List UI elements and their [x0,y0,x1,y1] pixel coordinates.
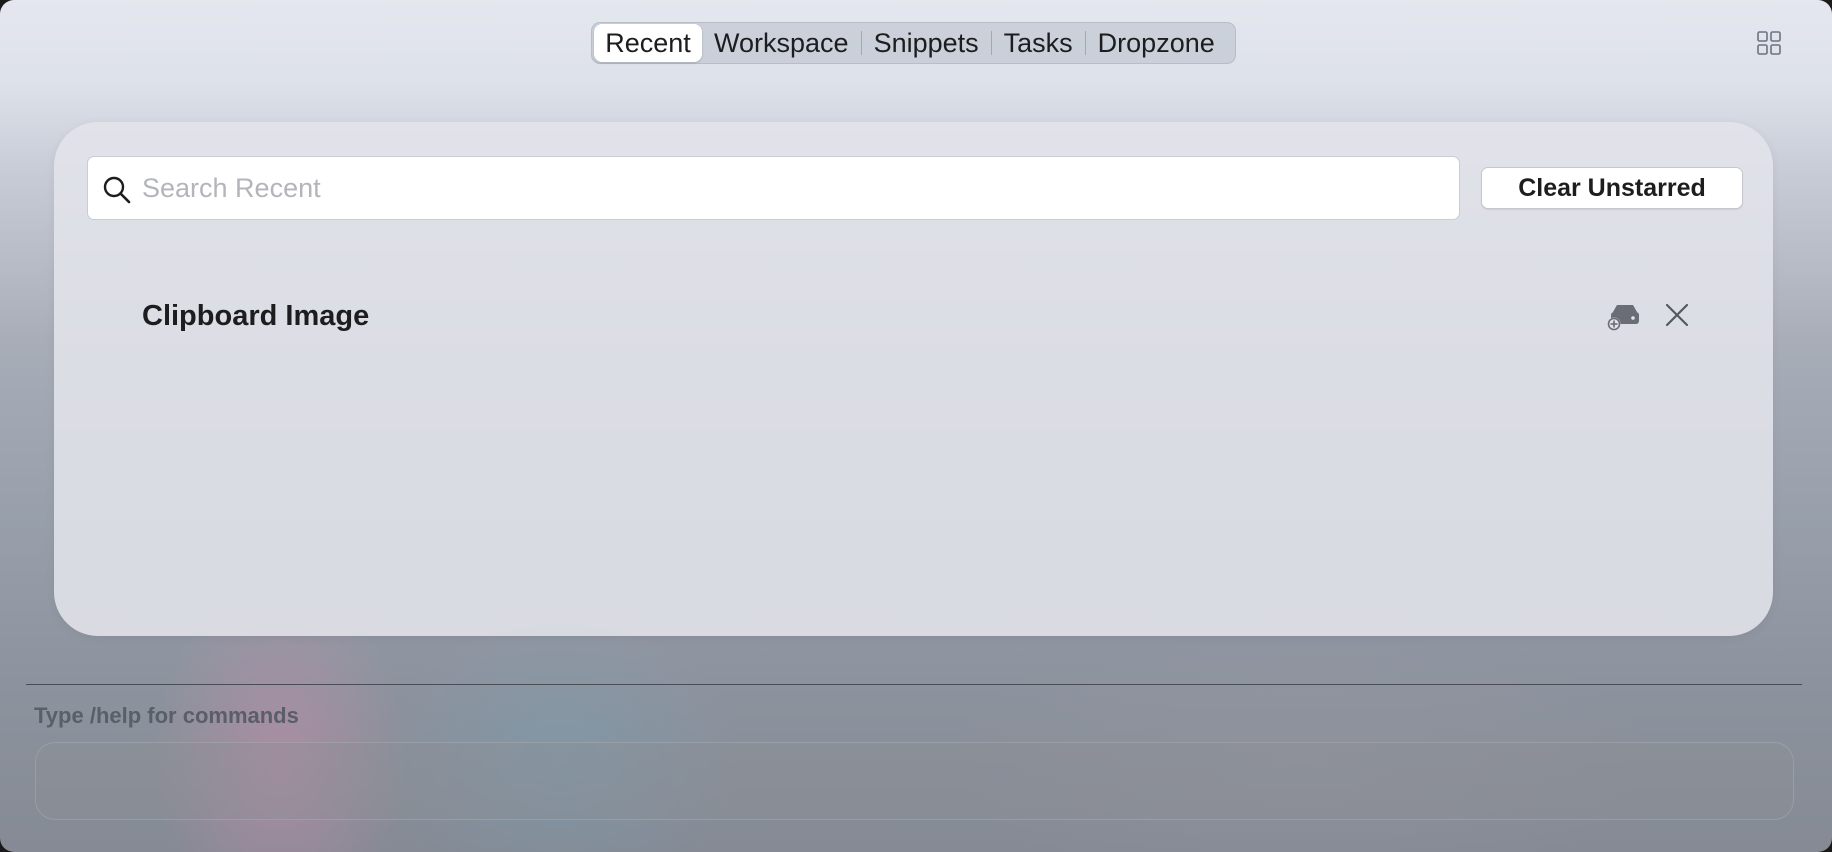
search-input[interactable] [142,157,1442,219]
tab-tasks[interactable]: Tasks [992,24,1085,62]
tab-bar: Recent Workspace Snippets Tasks Dropzone [591,22,1236,64]
divider [26,684,1802,685]
tab-workspace[interactable]: Workspace [702,24,861,62]
clear-unstarred-button[interactable]: Clear Unstarred [1481,167,1743,209]
search-field[interactable] [87,156,1460,220]
tab-dropzone[interactable]: Dropzone [1086,24,1227,62]
item-title: Clipboard Image [142,300,370,332]
grid-icon[interactable] [1757,31,1781,55]
tab-snippets[interactable]: Snippets [862,24,991,62]
add-to-drive-icon[interactable] [1606,302,1642,332]
command-field[interactable] [35,742,1794,821]
list-item[interactable]: Clipboard Image [142,294,1752,344]
app-window: Recent Workspace Snippets Tasks Dropzone… [0,0,1832,852]
tab-recent[interactable]: Recent [594,24,702,62]
command-input[interactable] [56,743,1770,821]
search-icon [103,176,131,204]
recent-panel: Clear Unstarred Clipboard Image [54,122,1773,636]
close-icon[interactable] [1664,302,1690,328]
command-hint: Type /help for commands [34,703,299,728]
